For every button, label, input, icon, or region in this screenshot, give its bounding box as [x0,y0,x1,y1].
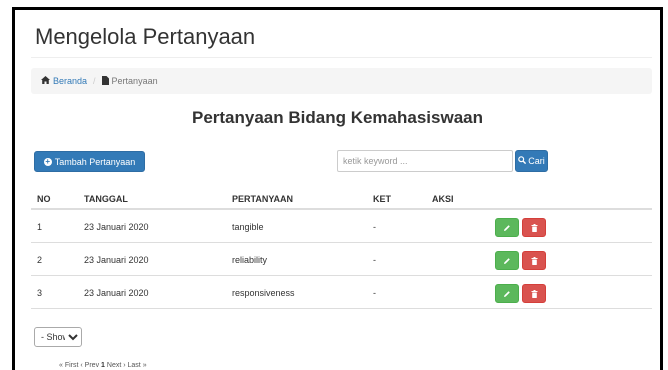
cell-tanggal: 23 Januari 2020 [84,288,149,298]
pagination-next[interactable]: Next › [107,362,126,369]
edit-button[interactable] [495,284,519,303]
header-aksi: AKSI [432,194,454,204]
pagination-prev[interactable]: ‹ Prev [80,362,99,369]
table-header: NO TANGGAL PERTANYAAN KET AKSI [31,186,652,210]
search-input[interactable] [337,150,513,172]
table-row: 1 23 Januari 2020 tangible - [31,210,652,243]
breadcrumb-current-label: Pertanyaan [111,76,158,86]
table-row: 3 23 Januari 2020 responsiveness - [31,276,652,309]
title-divider [31,57,652,58]
file-icon [101,75,109,87]
breadcrumb-separator: / [93,76,96,86]
add-question-label: Tambah Pertanyaan [54,156,136,167]
cell-pertanyaan: responsiveness [232,288,295,298]
content-panel: Mengelola Pertanyaan Beranda / Pertanyaa… [12,7,663,370]
pagination-last[interactable]: Last » [128,362,147,369]
edit-button[interactable] [495,218,519,237]
search-button-label: Cari [528,156,545,166]
table-row: 2 23 Januari 2020 reliability - [31,243,652,276]
delete-button[interactable] [522,218,546,237]
page-title: Mengelola Pertanyaan [35,24,256,49]
search-icon [518,156,527,166]
section-title: Pertanyaan Bidang Kemahasiswaan [191,108,483,127]
cell-tanggal: 23 Januari 2020 [84,222,149,232]
delete-button[interactable] [522,251,546,270]
show-select[interactable]: - Show - [34,327,82,347]
cell-tanggal: 23 Januari 2020 [84,255,149,265]
home-icon [41,76,50,86]
pencil-icon [504,224,510,231]
header-tanggal: TANGGAL [84,194,128,204]
cell-no: 3 [37,288,43,298]
pencil-icon [504,257,510,264]
search-button[interactable]: Cari [515,150,548,172]
cell-ket: - [373,288,376,298]
pagination-current: 1 [101,362,105,369]
pencil-icon [504,290,510,297]
trash-icon [531,289,537,298]
breadcrumb-current: Pertanyaan [101,75,158,87]
cell-ket: - [373,255,376,265]
header-ket: KET [373,194,391,204]
breadcrumb-home[interactable]: Beranda [41,76,87,86]
edit-button[interactable] [495,251,519,270]
header-no: NO [37,194,51,204]
cell-pertanyaan: tangible [232,222,264,232]
cell-ket: - [373,222,376,232]
cell-no: 2 [37,255,43,265]
delete-button[interactable] [522,284,546,303]
pagination: « First ‹ Prev 1 Next › Last » [59,362,147,369]
header-pertanyaan: PERTANYAAN [232,194,294,204]
breadcrumb-home-label[interactable]: Beranda [53,76,87,86]
plus-circle-icon: + [43,156,52,166]
pagination-first[interactable]: « First [59,362,78,369]
trash-icon [531,223,537,232]
questions-table: NO TANGGAL PERTANYAAN KET AKSI 1 23 Janu… [31,186,652,309]
trash-icon [531,256,537,265]
cell-pertanyaan: reliability [232,255,268,265]
add-question-button[interactable]: + Tambah Pertanyaan [34,151,145,172]
breadcrumb: Beranda / Pertanyaan [31,68,652,94]
cell-no: 1 [37,222,43,232]
